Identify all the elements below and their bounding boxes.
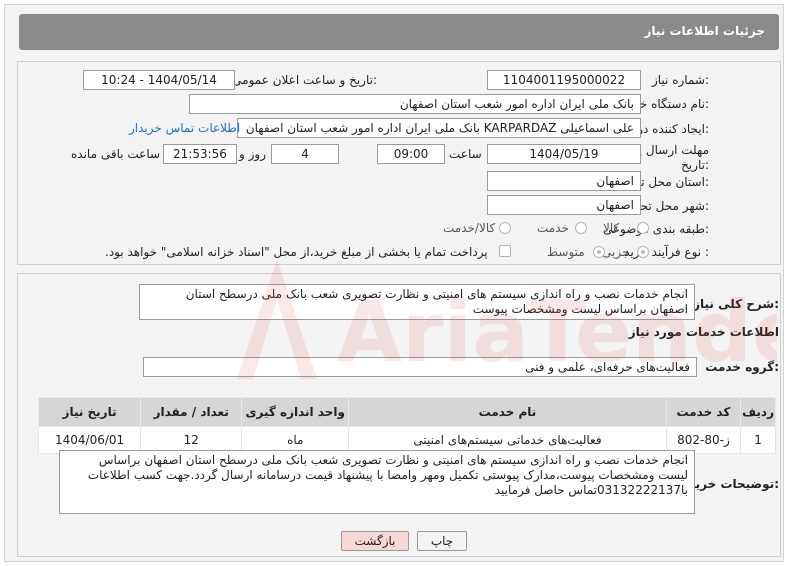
deadline-time-field: 09:00 xyxy=(377,144,445,164)
days-remaining-field: 4 xyxy=(271,144,339,164)
col-qty: تعداد / مقدار xyxy=(140,397,243,427)
category-goods-radio[interactable] xyxy=(637,222,649,234)
cell-row: 1 xyxy=(740,426,776,454)
need-number-field: 1104001195000022 xyxy=(487,70,641,90)
days-label: روز و xyxy=(239,147,266,161)
page-title: جزئیات اطلاعات نیاز xyxy=(644,24,765,38)
col-code: کد خدمت xyxy=(665,397,742,427)
process-minor-label: جزیی xyxy=(602,245,630,259)
need-number-label: شماره نیاز: xyxy=(651,73,709,87)
print-button[interactable]: چاپ xyxy=(417,531,467,551)
service-group-field: فعالیت‌های حرفه‌ای، علمی و فنی xyxy=(143,357,697,377)
buyer-contact-link[interactable]: اطلاعات تماس خریدار xyxy=(129,121,240,135)
buyer-field: بانک ملی ایران اداره امور شعب استان اصفه… xyxy=(189,94,641,114)
remaining-label: ساعت باقی مانده xyxy=(71,147,161,161)
deadline-date-field: 1404/05/19 xyxy=(487,144,641,164)
category-service-label: خدمت xyxy=(537,221,569,235)
back-button[interactable]: بازگشت xyxy=(341,531,409,551)
description-label: شرح کلی نیاز: xyxy=(693,297,779,311)
page-header: جزئیات اطلاعات نیاز xyxy=(19,14,779,50)
table-header-row: ردیف کد خدمت نام خدمت واحد اندازه گیری ت… xyxy=(37,397,776,427)
city-field: اصفهان xyxy=(487,195,641,215)
col-row: ردیف xyxy=(740,397,776,427)
process-minor-radio[interactable] xyxy=(637,246,649,258)
category-goods-service-label: کالا/خدمت xyxy=(443,221,496,235)
creator-field: علی اسماعیلی KARPARDAZ بانک ملی ایران اد… xyxy=(237,118,641,138)
col-date: تاریخ نیاز xyxy=(37,397,142,427)
announce-field: 1404/05/14 - 10:24 xyxy=(83,70,235,90)
main-panel: جزئیات اطلاعات نیاز شماره نیاز: 11040011… xyxy=(4,4,784,562)
treasury-payment-text: پرداخت تمام یا بخشی از مبلغ خرید،از محل … xyxy=(105,245,488,259)
col-name: نام خدمت xyxy=(348,397,667,427)
col-unit: واحد اندازه گیری xyxy=(241,397,350,427)
process-medium-radio[interactable] xyxy=(593,246,605,258)
services-table: ردیف کد خدمت نام خدمت واحد اندازه گیری ت… xyxy=(37,397,776,454)
category-service-radio[interactable] xyxy=(575,222,587,234)
category-goods-label: کالا xyxy=(603,221,620,235)
province-field: اصفهان xyxy=(487,171,641,191)
buyer-notes-textarea: انجام خدمات نصب و راه اندازی سیستم های ا… xyxy=(59,450,695,514)
process-medium-label: متوسط xyxy=(547,245,585,259)
deadline-time-label: ساعت xyxy=(449,147,482,161)
description-textarea: انجام خدمات نصب و راه اندازی سیستم های ا… xyxy=(139,284,695,320)
treasury-payment-checkbox[interactable] xyxy=(499,245,511,257)
category-goods-service-radio[interactable] xyxy=(499,222,511,234)
service-group-label: گروه خدمت: xyxy=(705,360,779,374)
announce-label: تاریخ و ساعت اعلان عمومی: xyxy=(232,73,377,87)
remaining-time-field: 21:53:56 xyxy=(163,144,237,164)
services-section-title: اطلاعات خدمات مورد نیاز xyxy=(628,325,779,339)
deadline-label-date: تاریخ: xyxy=(681,158,709,172)
